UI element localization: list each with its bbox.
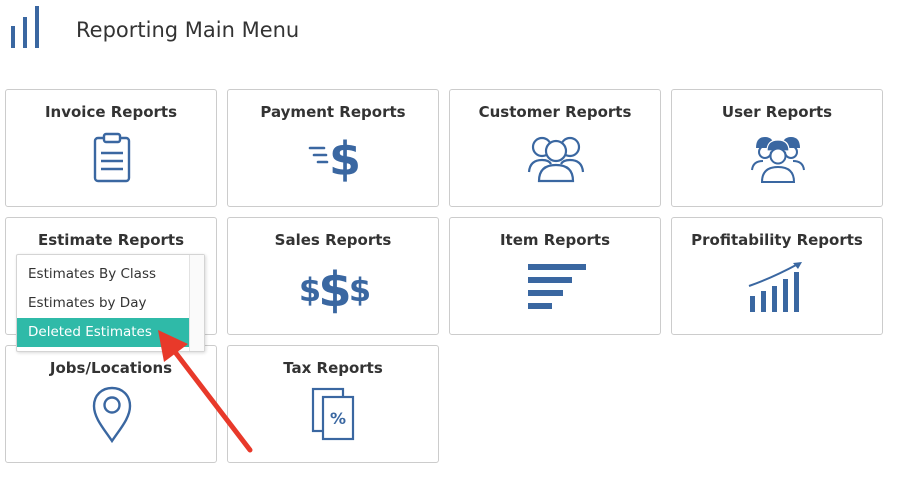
tile-label: Customer Reports: [478, 103, 632, 121]
dropdown-item-estimates-by-class[interactable]: Estimates By Class: [17, 260, 190, 289]
growth-chart-icon: [748, 262, 802, 312]
tile-customer-reports[interactable]: Customer Reports: [449, 89, 661, 207]
page-title: Reporting Main Menu: [76, 18, 300, 42]
tile-invoice-reports[interactable]: Invoice Reports: [5, 89, 217, 207]
triple-dollar-icon: $ $ $: [299, 262, 371, 314]
bars-list-icon: [528, 264, 586, 309]
svg-text:$: $: [318, 262, 351, 314]
svg-text:$: $: [329, 132, 361, 184]
svg-text:$: $: [349, 271, 371, 309]
tile-label: Sales Reports: [274, 231, 392, 249]
tile-label: Item Reports: [499, 231, 611, 249]
tile-sales-reports[interactable]: Sales Reports $ $ $: [227, 217, 439, 335]
page-header: Reporting Main Menu: [0, 0, 903, 70]
clipboard-icon: [93, 132, 131, 183]
tile-label: Estimate Reports: [37, 231, 185, 249]
tile-profitability-reports[interactable]: Profitability Reports: [671, 217, 883, 335]
tile-item-reports[interactable]: Item Reports: [449, 217, 661, 335]
tile-label: Invoice Reports: [44, 103, 178, 121]
tile-payment-reports[interactable]: Payment Reports $: [227, 89, 439, 207]
bar-chart-icon: [11, 6, 39, 48]
svg-text:%: %: [330, 409, 346, 428]
workers-icon: [751, 137, 805, 183]
tile-label: Payment Reports: [260, 103, 406, 121]
map-pin-icon: [92, 386, 132, 444]
tile-label: User Reports: [721, 103, 833, 121]
fast-dollar-icon: $: [308, 132, 361, 184]
dropdown-item-estimates-by-day[interactable]: Estimates by Day: [17, 289, 190, 318]
users-group-icon: [527, 136, 585, 183]
tile-user-reports[interactable]: User Reports: [671, 89, 883, 207]
red-arrow-annotation: [158, 330, 253, 453]
tax-percent-icon: %: [311, 387, 355, 441]
tile-label: Profitability Reports: [691, 231, 863, 249]
